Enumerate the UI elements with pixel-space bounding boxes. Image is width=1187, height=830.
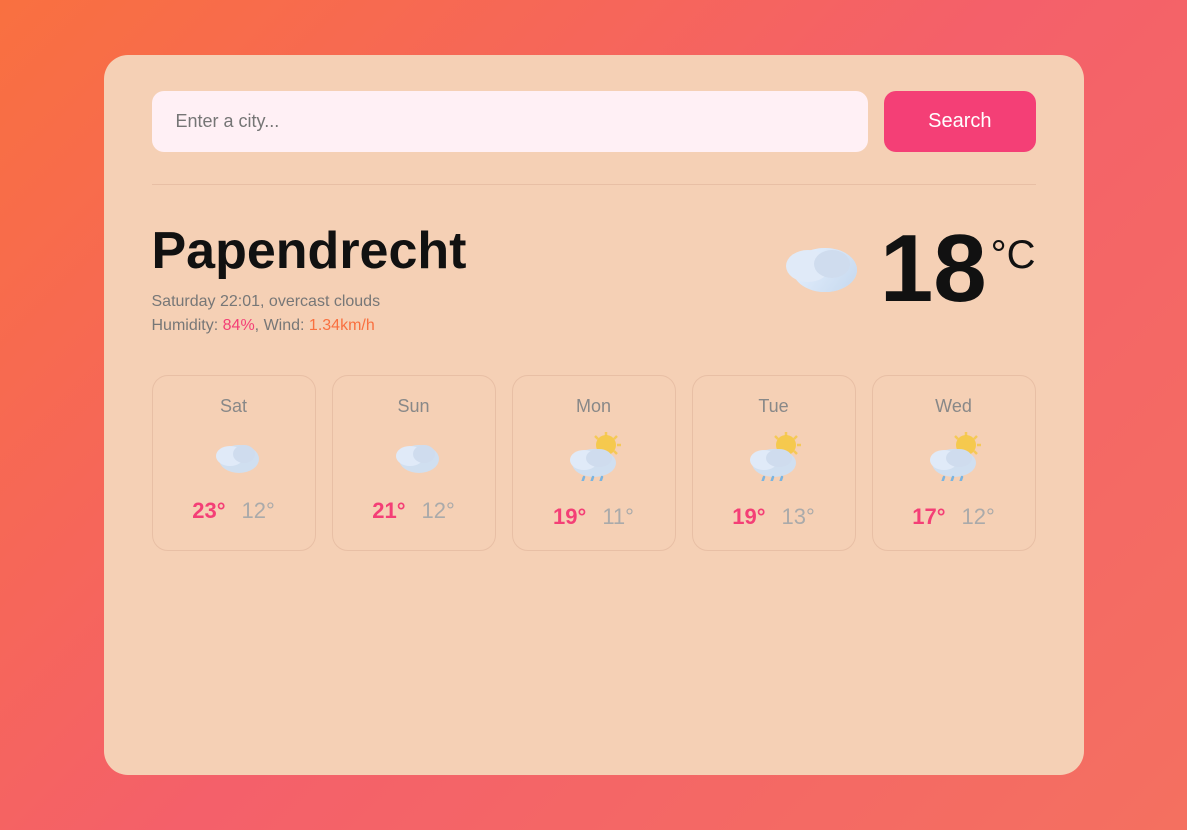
forecast-icon-mon (564, 431, 624, 490)
forecast-day-wed: Wed (935, 396, 972, 417)
divider (152, 184, 1036, 185)
forecast-temps-sat: 23° 12° (192, 498, 275, 524)
city-info: Papendrecht Saturday 22:01, overcast clo… (152, 221, 467, 335)
forecast-card-wed: Wed (872, 375, 1036, 551)
search-input[interactable] (152, 91, 869, 152)
current-temperature: 18°C (880, 221, 1036, 317)
forecast-day-sun: Sun (397, 396, 429, 417)
temp-low-sun: 12° (422, 498, 455, 524)
humidity-value: 84% (223, 317, 255, 334)
search-row: Search (152, 91, 1036, 152)
temp-high-tue: 19° (732, 504, 765, 530)
forecast-temps-sun: 21° 12° (372, 498, 455, 524)
forecast-icon-tue (744, 431, 804, 490)
forecast-temps-wed: 17° 12° (912, 504, 995, 530)
temp-low-mon: 11° (602, 504, 634, 530)
temp-high-wed: 17° (912, 504, 945, 530)
current-weather: 18°C (770, 221, 1036, 317)
search-button[interactable]: Search (884, 91, 1035, 152)
city-name: Papendrecht (152, 221, 467, 281)
forecast-day-tue: Tue (758, 396, 788, 417)
degree-unit: °C (991, 233, 1036, 277)
forecast-card-mon: Mon (512, 375, 676, 551)
wind-label: Wind: (264, 317, 305, 334)
humidity-label: Humidity: (152, 317, 219, 334)
forecast-card-sat: Sat 23° 12° (152, 375, 316, 551)
forecast-card-tue: Tue (692, 375, 856, 551)
temp-low-wed: 12° (962, 504, 995, 530)
city-header: Papendrecht Saturday 22:01, overcast clo… (152, 221, 1036, 335)
app-card: Search Papendrecht Saturday 22:01, overc… (104, 55, 1084, 775)
temp-high-mon: 19° (553, 504, 586, 530)
forecast-day-mon: Mon (576, 396, 611, 417)
forecast-temps-mon: 19° 11° (553, 504, 634, 530)
temp-low-tue: 13° (782, 504, 815, 530)
city-datetime: Saturday 22:01, overcast clouds (152, 293, 467, 311)
forecast-row: Sat 23° 12° Sun (152, 375, 1036, 551)
forecast-icon-sat (206, 431, 262, 484)
forecast-icon-wed (924, 431, 984, 490)
forecast-temps-tue: 19° 13° (732, 504, 815, 530)
forecast-day-sat: Sat (220, 396, 247, 417)
forecast-card-sun: Sun 21° 12° (332, 375, 496, 551)
current-weather-icon (770, 228, 860, 311)
temp-low-sat: 12° (242, 498, 275, 524)
temp-high-sun: 21° (372, 498, 405, 524)
forecast-icon-sun (386, 431, 442, 484)
wind-value: 1.34km/h (309, 317, 375, 334)
city-humidity: Humidity: 84%, Wind: 1.34km/h (152, 317, 467, 335)
temp-high-sat: 23° (192, 498, 225, 524)
